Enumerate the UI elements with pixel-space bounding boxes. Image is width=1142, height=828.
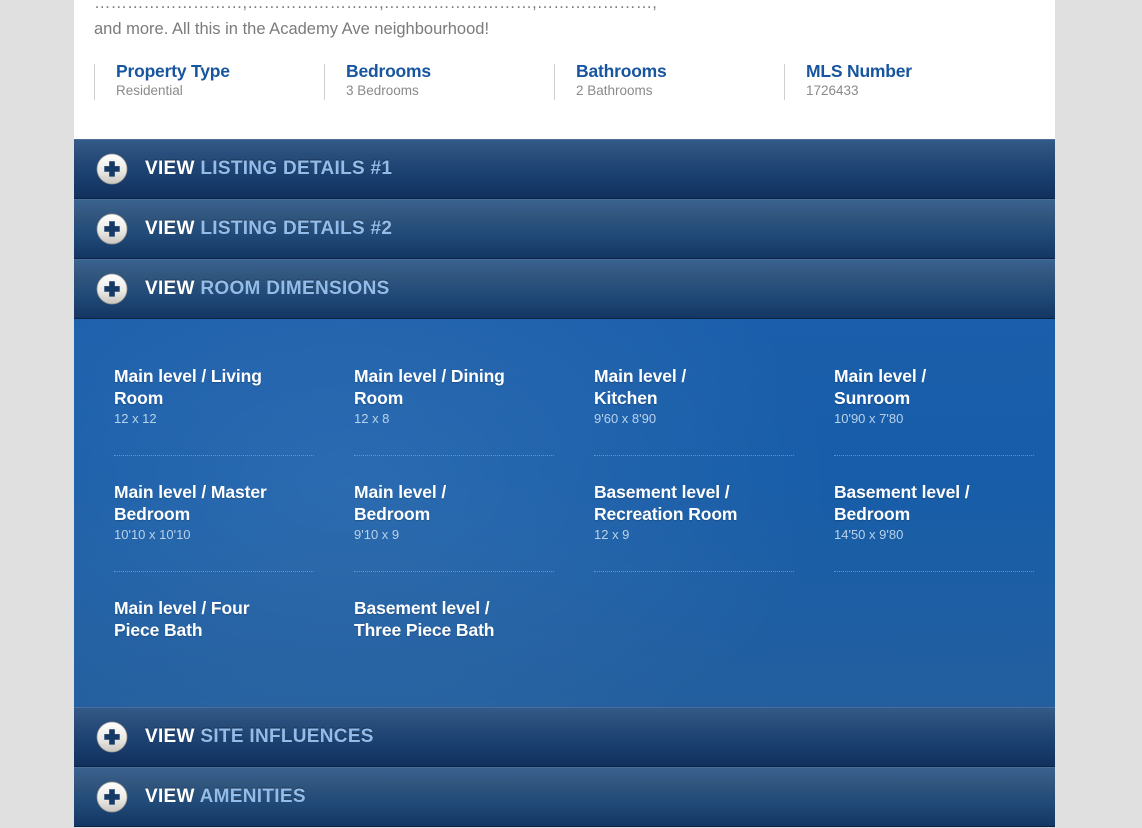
room-dimensions-value: 12 x 9	[594, 527, 630, 542]
plus-circle-icon	[96, 781, 128, 813]
room-dimensions-value: 10'10 x 10'10	[114, 527, 191, 542]
room-item: Main level / Kitchen 9'60 x 8'90	[554, 365, 794, 481]
room-item: Main level / Four Piece Bath	[74, 597, 314, 707]
fact-bedrooms-title: Bedrooms	[346, 61, 431, 81]
room-name: Main level / Bedroom	[354, 482, 447, 524]
fact-mls-number: MLS Number 1726433	[784, 62, 1014, 100]
listing-description-line-top: ………………………,……………………,………………………,…………………,	[94, 0, 657, 12]
listing-description: ………………………,……………………,………………………,…………………, an…	[94, 0, 1034, 42]
accordion-label-2: VIEW LISTING DETAILS #2	[145, 218, 392, 240]
room-dimensions-value: 9'60 x 8'90	[594, 411, 657, 426]
accordion-view-word-1: VIEW	[145, 158, 195, 179]
room-separator	[114, 455, 314, 456]
room-row: Main level / Four Piece Bath Basement le…	[74, 597, 1055, 707]
listing-description-line: and more. All this in the Academy Ave ne…	[94, 20, 490, 38]
room-name: Basement level / Recreation Room	[594, 482, 738, 524]
accordion-label-5: VIEW AMENITIES	[145, 786, 306, 808]
room-name: Main level / Kitchen	[594, 366, 687, 408]
fact-bathrooms-title: Bathrooms	[576, 61, 667, 81]
room-dimensions-value: 12 x 8	[354, 411, 390, 426]
room-separator	[114, 571, 314, 572]
room-name: Main level / Living Room	[114, 366, 262, 408]
room-name: Main level / Dining Room	[354, 366, 505, 408]
fact-property-type-value: Residential	[116, 83, 183, 98]
listing-summary-card: ………………………,……………………,………………………,…………………, an…	[74, 0, 1055, 139]
accordion-view-word-2: VIEW	[145, 218, 195, 239]
room-separator	[354, 571, 554, 572]
room-separator	[834, 571, 1034, 572]
room-item-empty	[794, 597, 1034, 707]
room-item: Main level / Master Bedroom 10'10 x 10'1…	[74, 481, 314, 597]
plus-circle-icon	[96, 153, 128, 185]
room-dimensions-grid: Main level / Living Room 12 x 12 Main le…	[74, 319, 1055, 707]
accordion-name-5: AMENITIES	[199, 786, 306, 807]
room-item: Basement level / Bedroom 14'50 x 9'80	[794, 481, 1034, 597]
room-row: Main level / Master Bedroom 10'10 x 10'1…	[74, 481, 1055, 597]
plus-circle-icon	[96, 273, 128, 305]
room-row: Main level / Living Room 12 x 12 Main le…	[74, 365, 1055, 481]
room-separator	[594, 571, 794, 572]
fact-mls-number-title: MLS Number	[806, 61, 912, 81]
room-name: Main level / Four Piece Bath	[114, 598, 250, 640]
room-item: Basement level / Three Piece Bath	[314, 597, 554, 707]
room-item: Main level / Bedroom 9'10 x 9	[314, 481, 554, 597]
listing-page: ………………………,……………………,………………………,…………………, an…	[0, 0, 1142, 828]
room-separator	[354, 455, 554, 456]
fact-property-type-title: Property Type	[116, 61, 230, 81]
accordion-listing-details-1[interactable]: VIEW LISTING DETAILS #1	[74, 139, 1055, 199]
room-separator	[834, 455, 1034, 456]
accordion-view-word-3: VIEW	[145, 278, 195, 299]
room-dimensions-value: 10'90 x 7'80	[834, 411, 904, 426]
room-name: Main level / Master Bedroom	[114, 482, 267, 524]
accordion-room-dimensions[interactable]: VIEW ROOM DIMENSIONS	[74, 259, 1055, 319]
accordion-view-word-4: VIEW	[145, 726, 195, 747]
room-item-empty	[554, 597, 794, 707]
fact-bedrooms: Bedrooms 3 Bedrooms	[324, 62, 554, 100]
fact-bathrooms: Bathrooms 2 Bathrooms	[554, 62, 784, 100]
room-item: Main level / Sunroom 10'90 x 7'80	[794, 365, 1034, 481]
plus-circle-icon	[96, 213, 128, 245]
room-item: Basement level / Recreation Room 12 x 9	[554, 481, 794, 597]
accordion-amenities[interactable]: VIEW AMENITIES	[74, 767, 1055, 827]
fact-mls-number-value: 1726433	[806, 83, 859, 98]
room-item: Main level / Dining Room 12 x 8	[314, 365, 554, 481]
room-separator	[594, 455, 794, 456]
listing-facts: Property Type Residential Bedrooms 3 Bed…	[94, 62, 1034, 100]
accordion-name-1: LISTING DETAILS #1	[200, 158, 393, 179]
room-dimensions-value: 14'50 x 9'80	[834, 527, 904, 542]
room-dimensions-value: 9'10 x 9	[354, 527, 400, 542]
fact-bathrooms-value: 2 Bathrooms	[576, 83, 653, 98]
room-name: Basement level / Three Piece Bath	[354, 598, 495, 640]
accordion-label-3: VIEW ROOM DIMENSIONS	[145, 278, 390, 300]
accordion-site-influences[interactable]: VIEW SITE INFLUENCES	[74, 707, 1055, 767]
room-dimensions-value: 12 x 12	[114, 411, 157, 426]
fact-bedrooms-value: 3 Bedrooms	[346, 83, 419, 98]
accordion-name-2: LISTING DETAILS #2	[200, 218, 393, 239]
accordion-label-4: VIEW SITE INFLUENCES	[145, 726, 374, 748]
accordion-label-1: VIEW LISTING DETAILS #1	[145, 158, 392, 180]
room-name: Basement level / Bedroom	[834, 482, 970, 524]
room-item: Main level / Living Room 12 x 12	[74, 365, 314, 481]
accordion-listing-details-2[interactable]: VIEW LISTING DETAILS #2	[74, 199, 1055, 259]
accordion-name-3: ROOM DIMENSIONS	[200, 278, 390, 299]
room-dimensions-panel: Main level / Living Room 12 x 12 Main le…	[74, 319, 1055, 707]
accordion-view-word-5: VIEW	[145, 786, 195, 807]
accordion-name-4: SITE INFLUENCES	[200, 726, 374, 747]
room-name: Main level / Sunroom	[834, 366, 927, 408]
plus-circle-icon	[96, 721, 128, 753]
fact-property-type: Property Type Residential	[94, 62, 324, 100]
